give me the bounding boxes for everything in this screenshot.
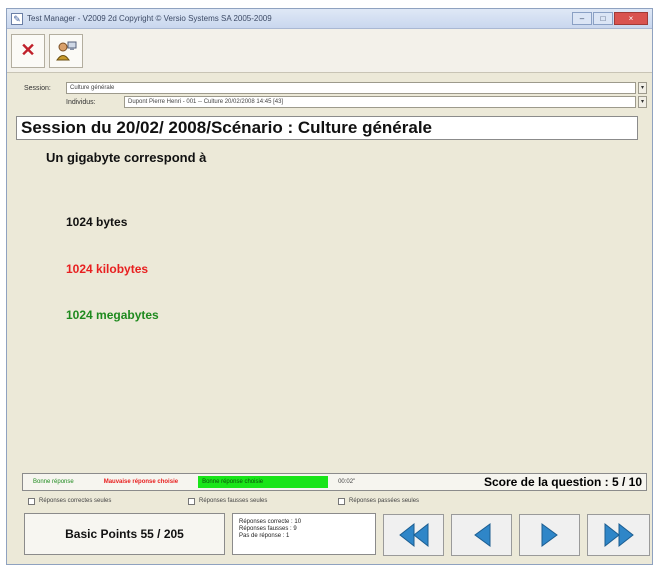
session-dropdown-arrow[interactable]: ▾ [638,82,647,94]
checkbox-fausses-label: Réponses fausses seules [199,498,268,504]
legend-bonne-choisie: Bonne réponse choisie [198,476,329,488]
session-title: Session du 20/02/ 2008/Scénario : Cultur… [16,116,638,140]
question-text: Un gigabyte correspond à [46,150,207,165]
right-arrow-icon [541,523,558,547]
question-timer: 00:02" [338,479,356,485]
stat-pas-reponse: Pas de réponse : 1 [239,533,290,539]
answer-option-2[interactable]: 1024 kilobytes [66,262,148,276]
individu-dropdown-arrow[interactable]: ▾ [638,96,647,108]
close-window-button[interactable]: × [614,12,648,25]
checkbox-box[interactable] [188,497,195,505]
checkbox-fausses[interactable]: Réponses fausses seules [188,496,338,506]
legend-bonne-reponse: Bonne réponse [33,479,74,485]
checkbox-passees[interactable]: Réponses passées seules [338,496,419,506]
individu-label: Individus: [66,99,96,106]
filter-checkboxes: Réponses correctes seules Réponses fauss… [22,496,642,506]
close-session-button[interactable]: ✕ [11,33,45,68]
double-right-arrow-icon [604,522,634,548]
basic-points: Basic Points 55 / 205 [24,513,225,555]
checkbox-passees-label: Réponses passées seules [349,498,420,504]
left-arrow-icon [473,523,490,547]
stat-correctes: Réponses correcte : 10 [239,519,302,525]
previous-question-button[interactable] [451,514,512,556]
next-question-button[interactable] [519,514,580,556]
title-bar: ✎ Test Manager - V2009 2d Copyright © Ve… [7,9,652,29]
close-icon: ✕ [20,40,36,60]
maximize-button[interactable]: □ [593,12,613,25]
session-select[interactable]: Culture générale [66,82,636,94]
checkbox-box[interactable] [28,497,35,505]
session-label: Session: [24,85,51,92]
question-score: Score de la question : 5 / 10 [483,475,642,489]
stat-fausses: Réponses fausses : 9 [239,526,297,532]
legend-mauvaise-choisie: Mauvaise réponse choisie [103,479,179,485]
checkbox-box[interactable] [338,497,345,505]
checkbox-correctes-label: Réponses correctes seules [39,498,112,504]
first-question-button[interactable] [383,514,444,556]
toolbar: ✕ [7,29,652,73]
legend-bar: Bonne réponse Mauvaise réponse choisie B… [22,473,647,491]
window-title: Test Manager - V2009 2d Copyright © Vers… [27,14,272,23]
answer-option-3[interactable]: 1024 megabytes [66,308,159,322]
answer-option-1[interactable]: 1024 bytes [66,215,127,229]
answer-stats: Réponses correcte : 10 Réponses fausses … [232,513,376,555]
window-controls: – □ × [571,12,648,25]
user-computer-icon [56,41,77,60]
individu-select[interactable]: Dupont Pierre Henri - 001 -- Culture 20/… [124,96,636,108]
checkbox-correctes[interactable]: Réponses correctes seules [28,496,188,506]
app-icon: ✎ [11,12,23,25]
double-left-arrow-icon [398,522,428,548]
last-question-button[interactable] [587,514,650,556]
user-settings-button[interactable] [49,33,83,68]
minimize-button[interactable]: – [572,12,592,25]
